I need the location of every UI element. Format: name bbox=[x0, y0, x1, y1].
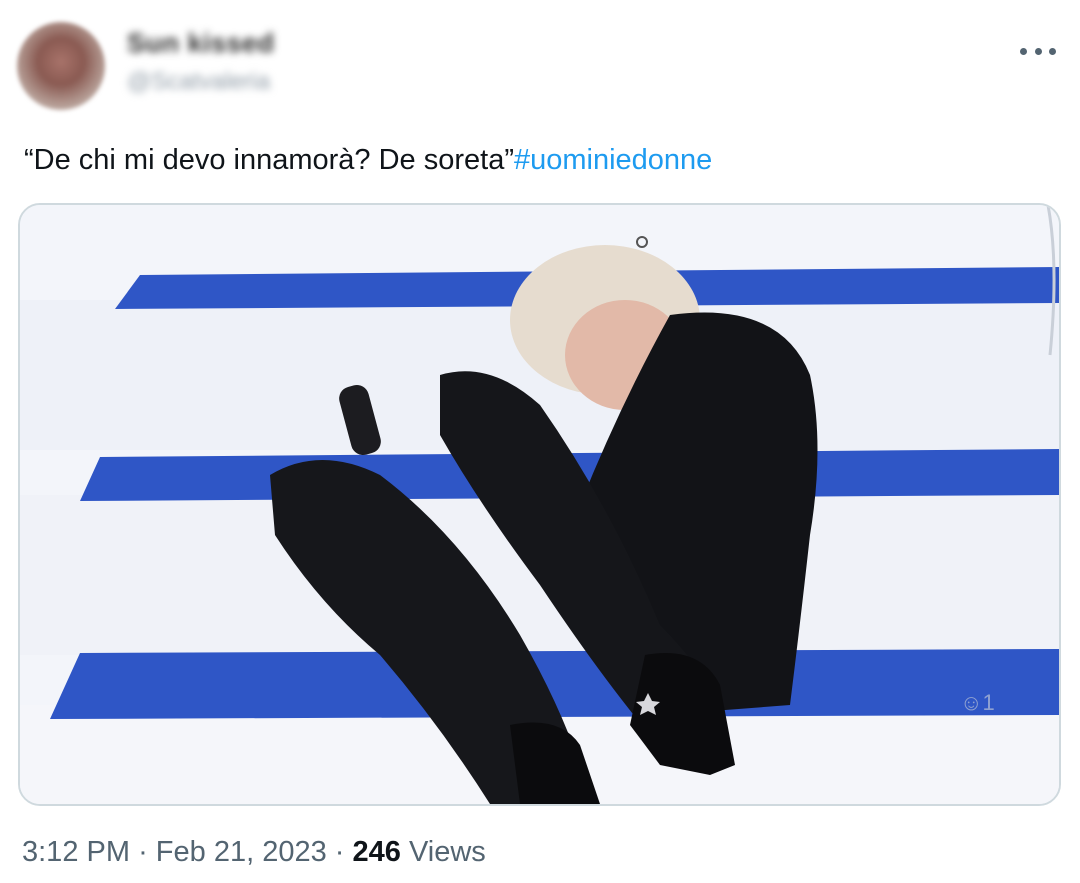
meta-separator: · bbox=[138, 836, 148, 868]
tweet-header: Sun kissed @Scatvaleria bbox=[0, 0, 1080, 120]
author-handle[interactable]: @Scatvaleria bbox=[127, 68, 270, 96]
views-label: Views bbox=[408, 836, 486, 868]
tweet-time[interactable]: 3:12 PM bbox=[22, 836, 130, 868]
hashtag-link[interactable]: #uominiedonne bbox=[514, 144, 712, 176]
tweet-date[interactable]: Feb 21, 2023 bbox=[156, 836, 327, 868]
avatar[interactable] bbox=[17, 22, 105, 110]
tweet-body: “De chi mi devo innamorà? De soreta” bbox=[24, 144, 514, 176]
meta-separator: · bbox=[334, 836, 345, 868]
video-frame: ☺1 bbox=[20, 205, 1059, 804]
views-count: 246 bbox=[352, 836, 401, 868]
tweet-text: “De chi mi devo innamorà? De soreta”#uom… bbox=[24, 141, 712, 179]
svg-text:☺1: ☺1 bbox=[960, 690, 995, 715]
tweet-meta: 3:12 PM · Feb 21, 2023 · 246 Views bbox=[22, 836, 486, 869]
author-display-name[interactable]: Sun kissed bbox=[127, 28, 275, 59]
more-options-icon[interactable] bbox=[1018, 40, 1058, 62]
tweet-media-video[interactable]: ☺1 bbox=[18, 203, 1061, 806]
